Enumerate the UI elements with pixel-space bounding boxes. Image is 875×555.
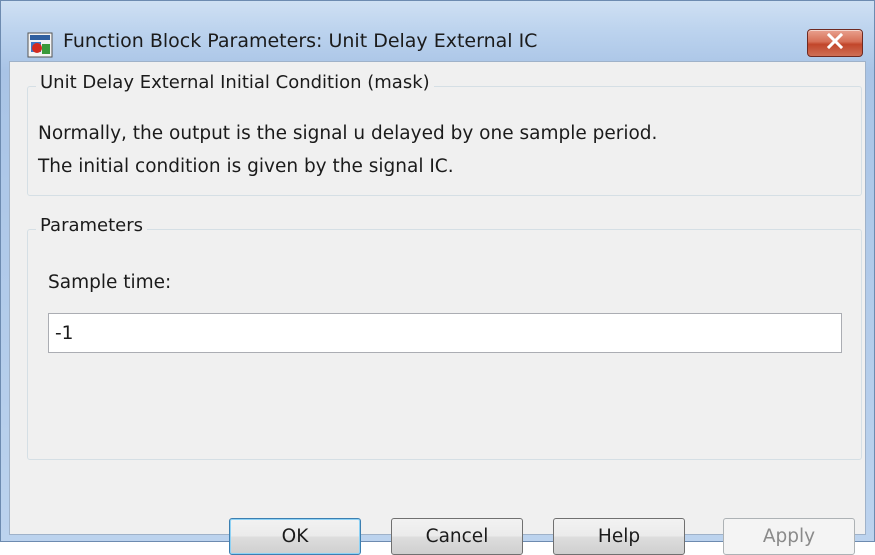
description-line-1: Normally, the output is the signal u del…	[38, 123, 658, 144]
simulink-block-icon	[27, 32, 53, 58]
parameters-group-title: Parameters	[36, 215, 148, 236]
dialog-body: Unit Delay External Initial Condition (m…	[9, 61, 866, 555]
description-group-title: Unit Delay External Initial Condition (m…	[36, 72, 434, 93]
dialog-window: Function Block Parameters: Unit Delay Ex…	[0, 0, 875, 555]
help-button[interactable]: Help	[553, 518, 685, 555]
description-line-2: The initial condition is given by the si…	[38, 156, 454, 177]
cancel-button[interactable]: Cancel	[391, 518, 523, 555]
window-title: Function Block Parameters: Unit Delay Ex…	[63, 30, 538, 52]
sample-time-label: Sample time:	[48, 272, 172, 293]
close-icon	[826, 32, 844, 53]
apply-button[interactable]: Apply	[723, 518, 855, 555]
ok-button[interactable]: OK	[229, 518, 361, 555]
close-button[interactable]	[807, 29, 863, 57]
sample-time-input[interactable]	[48, 313, 842, 353]
title-bar[interactable]: Function Block Parameters: Unit Delay Ex…	[1, 1, 874, 61]
